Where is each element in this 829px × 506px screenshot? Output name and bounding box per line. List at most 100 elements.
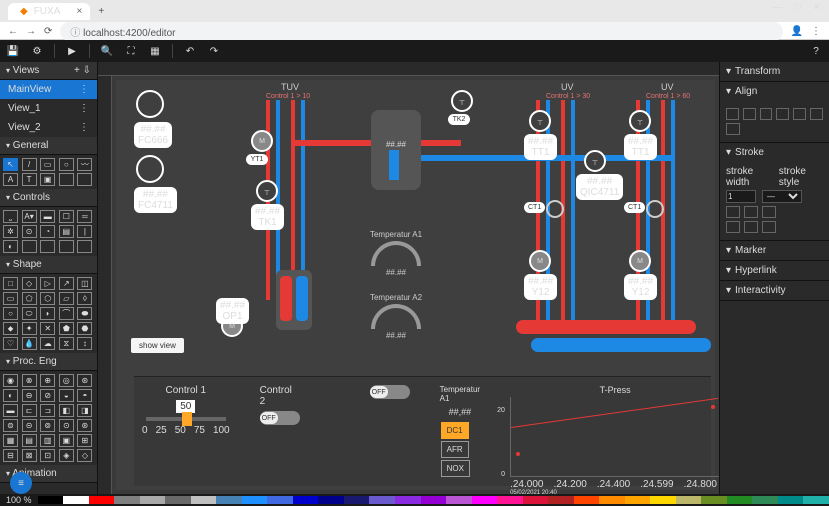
tag-ct1a[interactable]: CT1: [524, 202, 545, 213]
color-swatch[interactable]: [650, 496, 676, 504]
join-1[interactable]: [726, 221, 740, 233]
tag-yt1[interactable]: YT1: [246, 154, 268, 165]
color-swatch[interactable]: [548, 496, 574, 504]
control-2-toggle[interactable]: OFF: [260, 411, 300, 425]
marker-header[interactable]: ▾Marker: [720, 241, 829, 260]
tag-tt1b[interactable]: ##.##TT1: [624, 134, 657, 160]
pipe[interactable]: [671, 100, 675, 320]
motor-y12a[interactable]: M: [529, 250, 551, 272]
join-2[interactable]: [744, 221, 758, 233]
color-swatch[interactable]: [344, 496, 370, 504]
text2-tool[interactable]: T: [22, 173, 37, 186]
general-header[interactable]: ▾ General: [0, 137, 97, 155]
color-swatch[interactable]: [421, 496, 447, 504]
color-swatch[interactable]: [38, 496, 64, 504]
tag-tt1a[interactable]: ##.##TT1: [524, 134, 557, 160]
menu-icon[interactable]: ⋮: [811, 26, 821, 37]
align-middle[interactable]: [793, 108, 806, 120]
expand-icon[interactable]: ⛶: [124, 44, 138, 58]
gauge-a2[interactable]: Temperatur A2 ##.##: [366, 293, 426, 340]
back-button[interactable]: ←: [8, 26, 18, 37]
color-swatch[interactable]: [778, 496, 804, 504]
color-swatch[interactable]: [395, 496, 421, 504]
redo-icon[interactable]: ↷: [207, 44, 221, 58]
color-swatch[interactable]: [191, 496, 217, 504]
views-header[interactable]: ▾ Views + ⇩: [0, 62, 97, 80]
new-tab-button[interactable]: +: [90, 6, 112, 17]
indicator-fc666[interactable]: [136, 90, 164, 118]
controls-header[interactable]: ▾ Controls: [0, 189, 97, 207]
color-swatch[interactable]: [727, 496, 753, 504]
tag-y12b[interactable]: ##.##Y12: [624, 274, 657, 300]
color-swatch[interactable]: [140, 496, 166, 504]
close-button[interactable]: ✕: [813, 2, 821, 13]
play-icon[interactable]: ▶: [65, 44, 79, 58]
minimize-button[interactable]: —: [773, 2, 783, 13]
proc-header[interactable]: ▾ Proc. Eng: [0, 353, 97, 371]
align-header[interactable]: ▾Align: [720, 82, 829, 101]
tag-tk1[interactable]: ##.##TK1: [251, 204, 284, 230]
toggle-2[interactable]: OFF: [370, 385, 410, 399]
align-top[interactable]: [776, 108, 789, 120]
sensor-tt1a[interactable]: ┬: [529, 110, 551, 132]
align-left[interactable]: [726, 108, 739, 120]
color-swatch[interactable]: [63, 496, 89, 504]
stroke-style-select[interactable]: —: [762, 190, 802, 203]
stroke-header[interactable]: ▾Stroke: [720, 143, 829, 162]
zoom-level[interactable]: 100 %: [0, 495, 38, 505]
view-item-2[interactable]: View_2⋮: [0, 118, 97, 137]
color-swatch[interactable]: [165, 496, 191, 504]
sensor-tk2[interactable]: ┬: [451, 90, 473, 112]
fab-button[interactable]: ≡: [10, 472, 32, 494]
color-swatch[interactable]: [318, 496, 344, 504]
color-swatch[interactable]: [267, 496, 293, 504]
view-item-main[interactable]: MainView⋮: [0, 80, 97, 99]
color-swatch[interactable]: [497, 496, 523, 504]
grid-icon[interactable]: ▦: [148, 44, 162, 58]
color-swatch[interactable]: [752, 496, 778, 504]
transform-header[interactable]: ▾Transform: [720, 62, 829, 81]
tank[interactable]: ##.##: [371, 110, 421, 190]
editor-canvas[interactable]: ##.##FC666 ##.##FC4711 TUV Control 1 > 1…: [116, 80, 715, 490]
url-input[interactable]: ⓘ localhost:4200/editor: [60, 22, 782, 41]
motor-yt1[interactable]: M: [251, 130, 273, 152]
tag-op1[interactable]: ##.##OP1: [216, 298, 249, 324]
color-swatch[interactable]: [89, 496, 115, 504]
chip-afr[interactable]: AFR: [441, 441, 469, 458]
color-swatch[interactable]: [446, 496, 472, 504]
sensor-tt1b[interactable]: ┬: [629, 110, 651, 132]
profile-icon[interactable]: 👤: [791, 26, 803, 37]
color-swatch[interactable]: [676, 496, 702, 504]
sensor-qi[interactable]: ┬: [584, 150, 606, 172]
interactivity-header[interactable]: ▾Interactivity: [720, 281, 829, 300]
chip-dc1[interactable]: DC1: [441, 422, 469, 439]
control-1-slider[interactable]: [146, 417, 226, 421]
tag-qi[interactable]: ##.##QIC4711: [576, 174, 623, 200]
cap-1[interactable]: [726, 206, 740, 218]
cap-3[interactable]: [762, 206, 776, 218]
stroke-width-input[interactable]: [726, 190, 756, 203]
mixing-tank[interactable]: [276, 270, 312, 330]
indicator-fc4711[interactable]: [136, 155, 164, 183]
zoom-icon[interactable]: 🔍: [100, 44, 114, 58]
line-tool[interactable]: /: [22, 158, 37, 171]
shape-header[interactable]: ▾ Shape: [0, 256, 97, 274]
color-swatch[interactable]: [114, 496, 140, 504]
color-swatch[interactable]: [701, 496, 727, 504]
color-swatch[interactable]: [369, 496, 395, 504]
color-swatch[interactable]: [599, 496, 625, 504]
join-3[interactable]: [762, 221, 776, 233]
reload-button[interactable]: ⟳: [44, 26, 52, 37]
manifold-blue[interactable]: [531, 338, 711, 352]
help-icon[interactable]: ?: [809, 44, 823, 58]
color-swatch[interactable]: [293, 496, 319, 504]
undo-icon[interactable]: ↶: [183, 44, 197, 58]
tag-tk2[interactable]: TK2: [448, 114, 470, 125]
add-view-icon[interactable]: +: [74, 65, 80, 76]
dist-h[interactable]: [726, 123, 740, 135]
tab-close-icon[interactable]: ×: [77, 6, 83, 17]
hyperlink-header[interactable]: ▾Hyperlink: [720, 261, 829, 280]
color-swatch[interactable]: [523, 496, 549, 504]
gauge-a1[interactable]: Temperatur A1 ##.##: [366, 230, 426, 277]
import-view-icon[interactable]: ⇩: [83, 65, 91, 76]
